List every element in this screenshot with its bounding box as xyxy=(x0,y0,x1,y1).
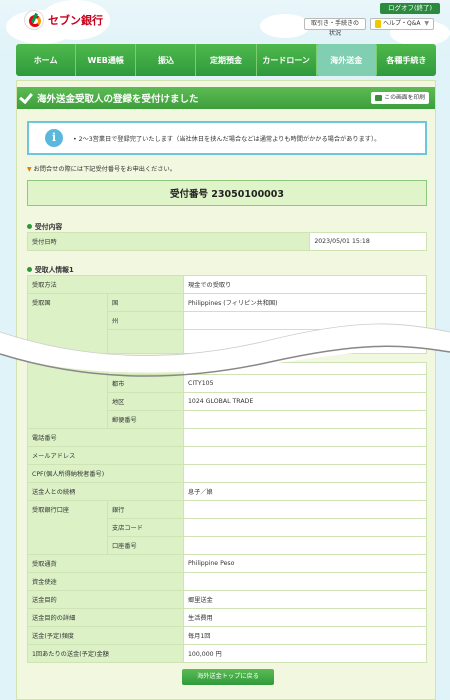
email-value xyxy=(183,446,427,465)
table-row: 受取国 国 Philippines (フィリピン共和国) xyxy=(27,293,427,354)
frequency-label: 送金(予定)頻度 xyxy=(27,626,184,645)
info-text: 2～3営業日で登録完了いたします（当社休日を挟んだ場合などは通常よりも時間がかか… xyxy=(78,135,381,143)
bank-label: 受取銀行口座 xyxy=(27,500,108,555)
page-cut-separator xyxy=(0,323,450,377)
phone-label: 電話番号 xyxy=(27,428,184,447)
table-row: CPF(個人所得納税者番号) xyxy=(27,464,427,483)
currency-value: Philippine Peso xyxy=(183,554,427,573)
currency-label: 受取通貨 xyxy=(27,554,184,573)
account-value xyxy=(183,536,427,555)
method-label: 受取方法 xyxy=(27,275,184,294)
tab-time-deposit[interactable]: 定期預金 xyxy=(196,44,257,76)
reception-heading-text: 受付内容 xyxy=(35,223,63,231)
table-row: 1回あたりの送金(予定)金額 100,000 円 xyxy=(27,644,427,663)
table-row: 受付日時 2023/05/01 15:18 xyxy=(26,232,427,251)
bank-sub-label: 銀行 xyxy=(107,500,184,519)
reception-heading: 受付内容 xyxy=(27,221,62,231)
check-icon xyxy=(19,91,33,105)
tab-web-passbook[interactable]: WEB通帳 xyxy=(76,44,137,76)
bank-value xyxy=(183,500,427,519)
table-row: 送金目的 郷里送金 xyxy=(27,590,427,609)
info-icon: i xyxy=(45,129,63,147)
inquiry-note: ▼ お問合せの際には下記受付番号をお申出ください。 xyxy=(27,164,176,173)
phone-value xyxy=(183,428,427,447)
main-nav: ホーム WEB通帳 振込 定期預金 カードローン 海外送金 各種手続き xyxy=(16,44,436,76)
bank-name: セブン銀行 xyxy=(48,14,103,27)
main-panel: 海外送金受取人の登録を受付けました この画面を印刷 i • 2～3営業日で登録完… xyxy=(16,80,436,700)
purpose-label: 資金使途 xyxy=(27,572,184,591)
print-button[interactable]: この画面を印刷 xyxy=(371,92,429,104)
help-qa-button[interactable]: ヘルプ・Q&A ▼ xyxy=(370,18,434,30)
cpf-value xyxy=(183,464,427,483)
frequency-value: 毎月1回 xyxy=(183,626,427,645)
help-qa-label: ヘルプ・Q&A xyxy=(383,20,421,27)
branch-value xyxy=(183,518,427,537)
logout-button[interactable]: ログオフ(終了) xyxy=(380,3,440,14)
inquiry-note-text: お問合せの際には下記受付番号をお申出ください。 xyxy=(33,166,176,173)
title-bar: 海外送金受取人の登録を受付けました この画面を印刷 xyxy=(17,87,435,109)
cpf-label: CPF(個人所得納税者番号) xyxy=(27,464,184,483)
bullet-icon xyxy=(27,223,32,229)
table-row: 受取方法 現金での受取り xyxy=(27,275,427,294)
info-box: i • 2～3営業日で登録完了いたします（当社休日を挟んだ場合などは通常よりも時… xyxy=(27,121,427,155)
tab-procedures[interactable]: 各種手続き xyxy=(377,44,436,76)
table-row: 受取銀行口座 銀行 xyxy=(27,500,427,555)
email-label: メールアドレス xyxy=(27,446,184,465)
recipient-heading: 受取人情報1 xyxy=(27,264,74,274)
transaction-status-button[interactable]: 取引き・手続きの状況 xyxy=(304,18,366,37)
table-row: 送金目的の詳細 生活費用 xyxy=(27,608,427,627)
table-row: 送金人との続柄 息子／娘 xyxy=(27,482,427,501)
chevron-down-icon: ▼ xyxy=(424,20,429,27)
tab-transfer[interactable]: 振込 xyxy=(136,44,197,76)
tab-home[interactable]: ホーム xyxy=(16,44,77,76)
table-row: メールアドレス xyxy=(27,446,427,465)
area-value: 1024 GLOBAL TRADE xyxy=(183,392,427,411)
bank-logo[interactable]: セブン銀行 xyxy=(24,9,103,31)
tab-card-loan[interactable]: カードローン xyxy=(257,44,317,76)
relation-value: 息子／娘 xyxy=(183,482,427,501)
table-row: 資金使途 xyxy=(27,572,427,591)
reception-date-label: 受付日時 xyxy=(26,232,311,251)
remit-detail-value: 生活費用 xyxy=(183,608,427,627)
account-sub-label: 口座番号 xyxy=(107,536,184,555)
bullet-icon xyxy=(27,266,32,272)
relation-label: 送金人との続柄 xyxy=(27,482,184,501)
reception-date-value: 2023/05/01 15:18 xyxy=(309,232,427,251)
back-to-remittance-top-button[interactable]: 海外送金トップに戻る xyxy=(182,669,274,685)
receipt-number: 受付番号 23050100003 xyxy=(27,180,427,206)
remit-purpose-value: 郷里送金 xyxy=(183,590,427,609)
seven-logo-icon xyxy=(24,10,44,30)
branch-sub-label: 支店コード xyxy=(107,518,184,537)
country-value: Philippines (フィリピン共和国) xyxy=(183,293,427,312)
table-row: 送金(予定)頻度 毎月1回 xyxy=(27,626,427,645)
amount-label: 1回あたりの送金(予定)金額 xyxy=(27,644,184,663)
beginner-mark-icon xyxy=(375,20,381,28)
printer-icon xyxy=(375,95,383,101)
print-label: この画面を印刷 xyxy=(384,95,425,101)
page-title: 海外送金受取人の登録を受付けました xyxy=(37,94,199,105)
area-sub-label: 地区 xyxy=(107,392,184,411)
country-sub-label: 国 xyxy=(107,293,184,312)
table-row: 受取通貨 Philippine Peso xyxy=(27,554,427,573)
purpose-value xyxy=(183,572,427,591)
amount-value: 100,000 円 xyxy=(183,644,427,663)
method-value: 現金での受取り xyxy=(183,275,427,294)
recipient-table-bottom: 都市 CITY105 地区 1024 GLOBAL TRADE 郵便番号 電話番… xyxy=(27,362,427,663)
tab-overseas-remittance[interactable]: 海外送金 xyxy=(316,44,377,76)
triangle-icon: ▼ xyxy=(27,166,32,173)
remit-detail-label: 送金目的の詳細 xyxy=(27,608,184,627)
reception-table: 受付日時 2023/05/01 15:18 xyxy=(26,232,427,251)
postal-sub-label: 郵便番号 xyxy=(107,410,184,429)
postal-value xyxy=(183,410,427,429)
table-row: 電話番号 xyxy=(27,428,427,447)
info-message: • 2～3営業日で登録完了いたします（当社休日を挟んだ場合などは通常よりも時間が… xyxy=(73,135,381,143)
remit-purpose-label: 送金目的 xyxy=(27,590,184,609)
recipient-heading-text: 受取人情報1 xyxy=(35,266,74,274)
